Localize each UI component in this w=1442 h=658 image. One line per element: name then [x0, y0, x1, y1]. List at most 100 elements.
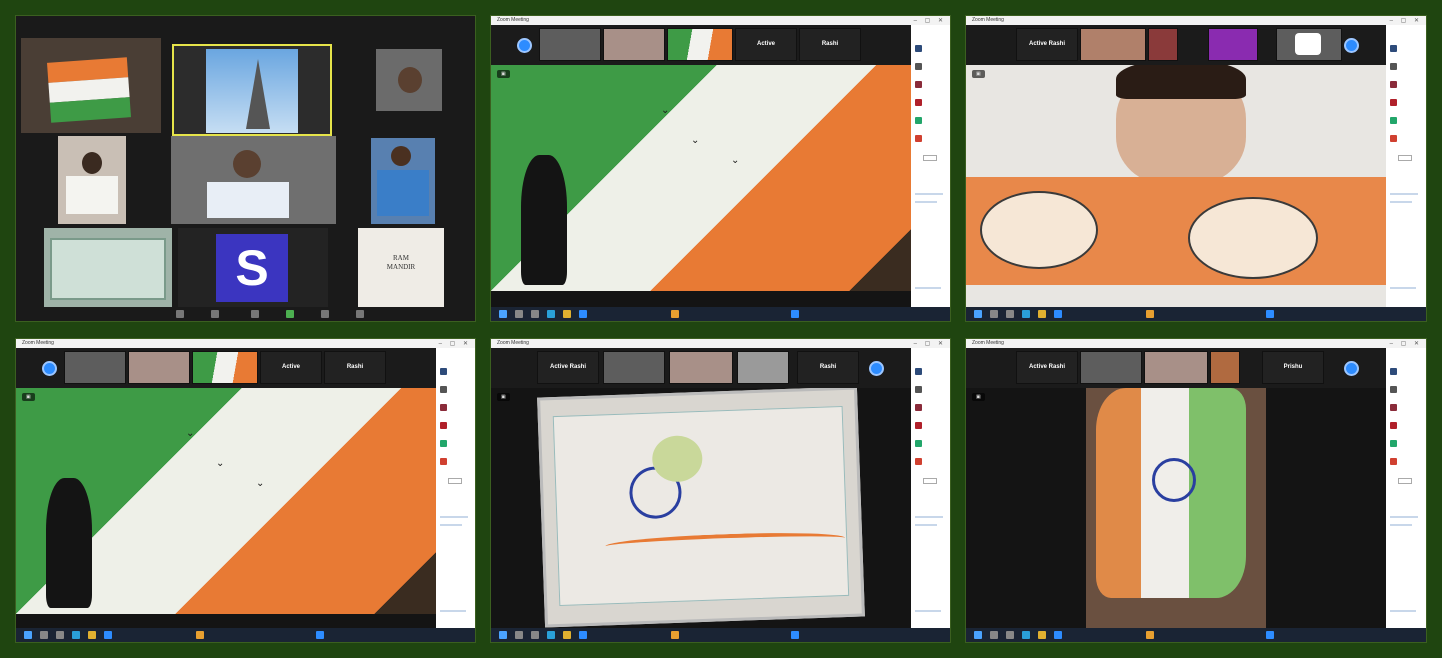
chevron-circle-icon[interactable]: [1344, 38, 1359, 53]
folder-icon[interactable]: [88, 631, 96, 639]
zoom-icon[interactable]: [1266, 631, 1274, 639]
windows-start-icon[interactable]: [24, 631, 32, 639]
folder-icon[interactable]: [563, 631, 571, 639]
chevron-circle-icon[interactable]: [869, 361, 884, 376]
participant-thumb[interactable]: Active: [735, 28, 797, 61]
participant-thumb[interactable]: [1080, 28, 1146, 61]
window-controls[interactable]: – ▢ ✕: [914, 17, 946, 24]
participant-thumb[interactable]: [603, 351, 665, 384]
chevron-circle-icon[interactable]: [517, 38, 532, 53]
participant-thumb[interactable]: [1210, 351, 1240, 384]
participant-thumb[interactable]: [737, 351, 789, 384]
zoom-icon[interactable]: [316, 631, 324, 639]
task-view-icon[interactable]: [1006, 631, 1014, 639]
window-titlebar: Zoom Meeting – ▢ ✕: [491, 16, 950, 25]
window-controls[interactable]: – ▢ ✕: [914, 340, 946, 347]
windows-taskbar: [16, 628, 475, 642]
panel-button[interactable]: [1398, 155, 1412, 161]
mic-icon[interactable]: [176, 310, 184, 318]
reactions-icon[interactable]: [356, 310, 364, 318]
search-icon[interactable]: [515, 631, 523, 639]
avatar: [233, 150, 261, 178]
participant-tile[interactable]: [58, 136, 126, 224]
window-controls[interactable]: – ▢ ✕: [439, 340, 471, 347]
participant-tile[interactable]: RAM MANDIR: [358, 228, 444, 308]
edge-icon[interactable]: [547, 631, 555, 639]
participant-thumb[interactable]: Prishu: [1262, 351, 1324, 384]
record-icon[interactable]: [321, 310, 329, 318]
participant-thumb[interactable]: [192, 351, 258, 384]
participant-thumb[interactable]: [1148, 28, 1178, 61]
app-icon[interactable]: [1146, 310, 1154, 318]
participant-thumb[interactable]: [64, 351, 126, 384]
edge-icon[interactable]: [547, 310, 555, 318]
folder-icon[interactable]: [1038, 631, 1046, 639]
participant-tile[interactable]: [171, 136, 336, 224]
task-view-icon[interactable]: [56, 631, 64, 639]
folder-icon[interactable]: [563, 310, 571, 318]
search-icon[interactable]: [990, 631, 998, 639]
panel-button[interactable]: [1398, 478, 1412, 484]
window-controls[interactable]: – ▢ ✕: [1390, 17, 1422, 24]
participant-thumb[interactable]: [128, 351, 190, 384]
zoom-icon[interactable]: [791, 310, 799, 318]
participant-tile[interactable]: [376, 49, 442, 111]
screen-share-icon[interactable]: [286, 310, 294, 318]
chevron-circle-icon[interactable]: [1344, 361, 1359, 376]
zoom-icon[interactable]: [1266, 310, 1274, 318]
participant-thumb[interactable]: Rashi: [799, 28, 861, 61]
zoom-icon[interactable]: [579, 631, 587, 639]
chevron-circle-icon[interactable]: [42, 361, 57, 376]
participant-thumb[interactable]: [669, 351, 733, 384]
participant-tile[interactable]: [371, 138, 435, 224]
participant-thumb[interactable]: Active: [260, 351, 322, 384]
windows-start-icon[interactable]: [499, 310, 507, 318]
participant-thumb[interactable]: [667, 28, 733, 61]
participant-thumb[interactable]: [603, 28, 665, 61]
panel-button[interactable]: [448, 478, 462, 484]
edge-icon[interactable]: [72, 631, 80, 639]
windows-start-icon[interactable]: [974, 631, 982, 639]
windows-start-icon[interactable]: [974, 310, 982, 318]
participant-tile[interactable]: [44, 228, 172, 308]
app-icon[interactable]: [671, 310, 679, 318]
panel-button[interactable]: [923, 478, 937, 484]
app-icon[interactable]: [196, 631, 204, 639]
edge-icon[interactable]: [1022, 310, 1030, 318]
app-icon[interactable]: [1146, 631, 1154, 639]
task-view-icon[interactable]: [1006, 310, 1014, 318]
participant-thumb[interactable]: Active Rashi: [1016, 28, 1078, 61]
search-icon[interactable]: [40, 631, 48, 639]
participant-tile-active[interactable]: [172, 44, 332, 136]
participant-thumb[interactable]: Active Rashi: [1016, 351, 1078, 384]
zoom-icon[interactable]: [1054, 310, 1062, 318]
zoom-icon[interactable]: [104, 631, 112, 639]
task-view-icon[interactable]: [531, 631, 539, 639]
participant-thumb[interactable]: [1276, 28, 1342, 61]
participant-thumb[interactable]: Rashi: [324, 351, 386, 384]
zoom-icon[interactable]: [1054, 631, 1062, 639]
app-icon[interactable]: [671, 631, 679, 639]
participant-thumb[interactable]: [1080, 351, 1142, 384]
share-icon[interactable]: [251, 310, 259, 318]
participant-thumb[interactable]: [539, 28, 601, 61]
edge-icon[interactable]: [1022, 631, 1030, 639]
video-icon[interactable]: [211, 310, 219, 318]
search-icon[interactable]: [515, 310, 523, 318]
participant-thumb[interactable]: [1144, 351, 1208, 384]
participant-thumb[interactable]: Rashi: [797, 351, 859, 384]
participant-thumb[interactable]: Active Rashi: [537, 351, 599, 384]
participant-tile[interactable]: [21, 38, 161, 133]
zoom-icon[interactable]: [579, 310, 587, 318]
windows-start-icon[interactable]: [499, 631, 507, 639]
participant-tile[interactable]: S: [178, 228, 328, 308]
participant-thumb[interactable]: [1208, 28, 1258, 61]
folder-icon[interactable]: [1038, 310, 1046, 318]
search-icon[interactable]: [990, 310, 998, 318]
zoom-icon[interactable]: [791, 631, 799, 639]
windows-taskbar: [491, 628, 950, 642]
avatar: [391, 146, 411, 166]
task-view-icon[interactable]: [531, 310, 539, 318]
window-controls[interactable]: – ▢ ✕: [1390, 340, 1422, 347]
panel-button[interactable]: [923, 155, 937, 161]
